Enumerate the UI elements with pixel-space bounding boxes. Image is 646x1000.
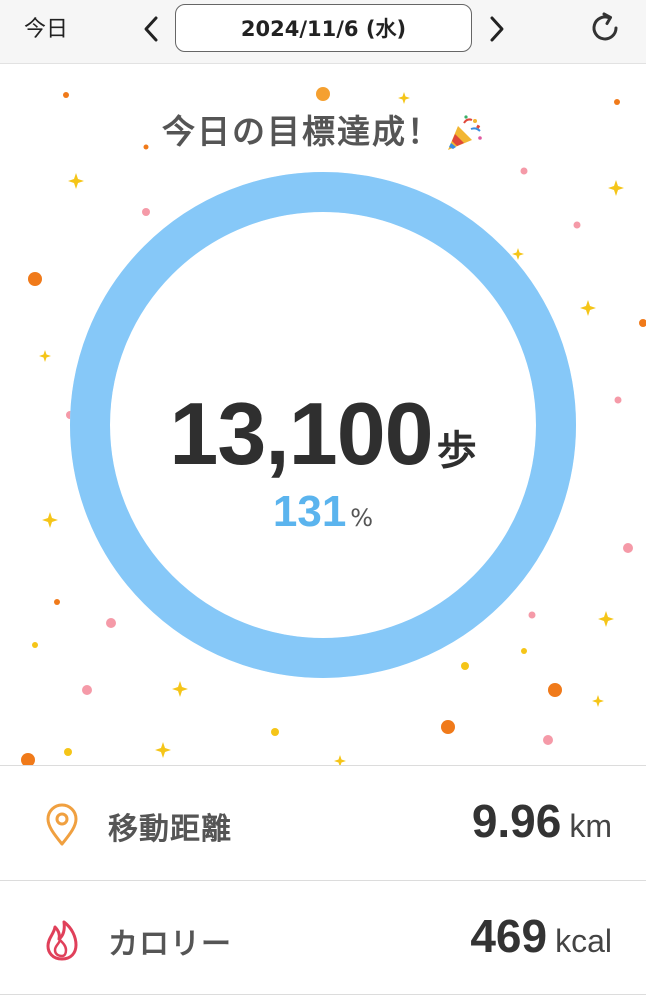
distance-label: 移動距離 [108, 812, 232, 847]
goal-achieved-title: 今日の目標達成！ [0, 105, 646, 154]
calorie-value: 469 [470, 910, 548, 962]
distance-unit: km [569, 808, 612, 844]
goal-percentage-value: 131 [272, 487, 347, 536]
date-selector[interactable]: 2024/11/6 (水) [175, 4, 472, 52]
party-popper-icon [448, 114, 482, 150]
chevron-right-icon [490, 16, 504, 42]
step-count-unit: 歩 [436, 428, 477, 474]
step-count-value: 13,100 [169, 384, 433, 483]
location-pin-icon [46, 803, 78, 846]
calorie-unit: kcal [555, 923, 612, 959]
flame-icon [46, 920, 78, 961]
top-navigation-bar: 今日 2024/11/6 (水) [0, 0, 646, 64]
previous-day-button[interactable] [136, 12, 166, 46]
today-button[interactable]: 今日 [24, 14, 68, 46]
goal-summary-panel: 今日の目標達成！ 13,100 歩 131% [0, 65, 646, 765]
calorie-label: カロリー [108, 927, 232, 962]
goal-title-text: 今日の目標達成！ [162, 112, 442, 151]
step-count: 13,100 歩 [0, 383, 646, 485]
refresh-icon [592, 12, 618, 41]
next-day-button[interactable] [482, 12, 512, 46]
calorie-row: カロリー 469 kcal [0, 880, 646, 995]
goal-percentage: 131% [0, 487, 646, 537]
distance-value-group: 9.96 km [472, 794, 612, 848]
distance-row: 移動距離 9.96 km [0, 765, 646, 880]
date-label: 2024/11/6 (水) [240, 17, 407, 41]
goal-percentage-unit: % [350, 504, 374, 532]
distance-value: 9.96 [471, 795, 562, 847]
chevron-left-icon [144, 16, 158, 42]
calorie-value-group: 469 kcal [470, 909, 612, 963]
refresh-button[interactable] [587, 10, 623, 46]
